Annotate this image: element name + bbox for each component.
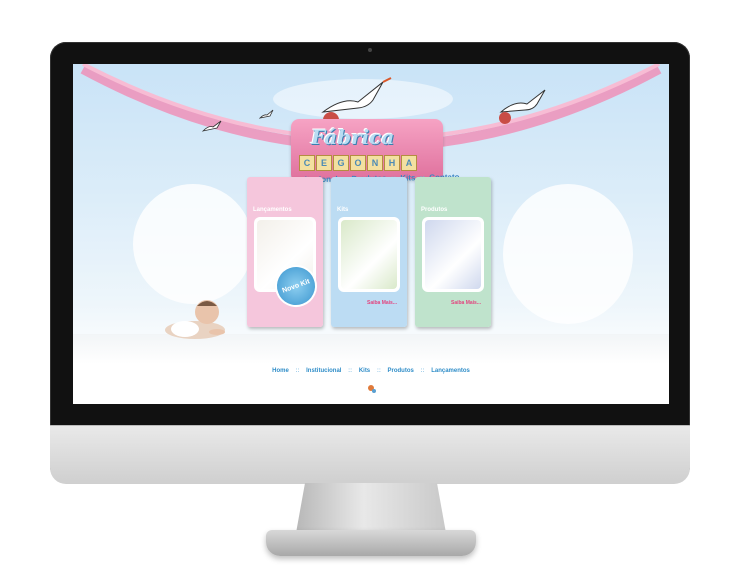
saiba-mais-link[interactable]: Saiba Mais... xyxy=(451,300,481,306)
camera-icon xyxy=(368,48,372,52)
stork-icon xyxy=(259,109,274,119)
logo-block: H xyxy=(384,155,400,171)
footer-produtos[interactable]: Produtos xyxy=(388,368,414,374)
monitor-stand xyxy=(296,483,446,533)
saiba-mais-link[interactable]: Saiba Mais... xyxy=(367,300,397,306)
logo-block: E xyxy=(316,155,332,171)
logo-block: C xyxy=(299,155,315,171)
footer-logo-icon xyxy=(368,385,376,393)
panel-lancamentos[interactable]: Lançamentos Novo Kit xyxy=(247,177,323,327)
crib-photo xyxy=(425,220,481,289)
cloud-right xyxy=(503,184,633,324)
footer-institucional[interactable]: Institucional xyxy=(306,368,341,374)
nav-separator: :: xyxy=(348,368,353,374)
panel-produtos[interactable]: Produtos Saiba Mais... xyxy=(415,177,491,327)
logo-word: Fábrica xyxy=(311,125,395,149)
nav-separator: :: xyxy=(376,368,381,374)
nav-separator: :: xyxy=(295,368,300,374)
site-logo[interactable]: Fábrica C E G O N H A xyxy=(291,119,443,179)
product-thumbnail[interactable] xyxy=(338,217,400,292)
panel-kits[interactable]: Kits Saiba Mais... xyxy=(331,177,407,327)
nav-separator: :: xyxy=(420,368,425,374)
footer-lancamentos[interactable]: Lançamentos xyxy=(431,368,470,374)
crib-photo xyxy=(341,220,397,289)
website-screen: Fábrica C E G O N H A Institucional :: P… xyxy=(73,64,669,404)
logo-block: N xyxy=(367,155,383,171)
stork-icon xyxy=(201,120,222,132)
logo-blocks: C E G O N H A xyxy=(299,155,417,171)
logo-block: G xyxy=(333,155,349,171)
panel-title: Kits xyxy=(337,207,349,213)
monitor-chin xyxy=(50,425,690,484)
footer-kits[interactable]: Kits xyxy=(359,368,370,374)
logo-block: A xyxy=(401,155,417,171)
baby-illustration xyxy=(165,300,225,339)
stork-icon xyxy=(499,89,546,124)
footer-home[interactable]: Home xyxy=(272,368,289,374)
monitor-base xyxy=(266,530,476,556)
product-thumbnail[interactable] xyxy=(422,217,484,292)
bottom-nav: Home :: Institucional :: Kits :: Produto… xyxy=(73,368,669,374)
logo-block: O xyxy=(350,155,366,171)
panel-title: Produtos xyxy=(421,207,448,213)
panel-title: Lançamentos xyxy=(253,207,292,213)
